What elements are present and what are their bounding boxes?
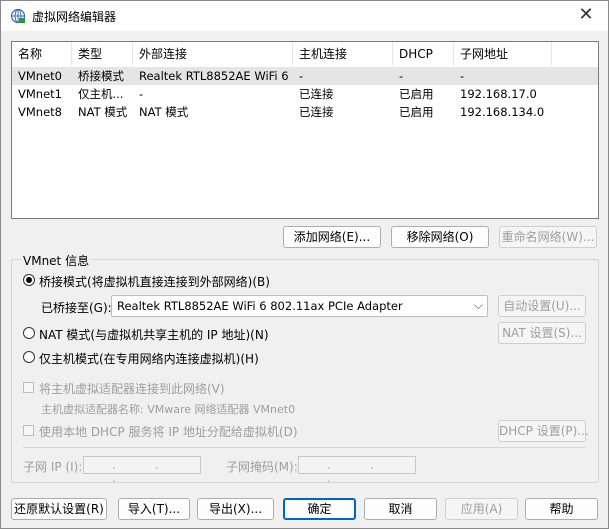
connect-adapter-checkbox[interactable]: [23, 382, 34, 393]
subnet-ip-label: 子网 IP (I):: [23, 460, 83, 474]
virtual-network-editor-window: 虚拟网络编辑器 ✕ 名称 类型 外部连接 主机连接 DHCP 子网地址 VMne…: [0, 0, 609, 529]
cell-external: Realtek RTL8852AE WiFi 6 8...: [139, 69, 293, 83]
cell-external: -: [139, 87, 144, 101]
import-button[interactable]: 导入(T)...: [118, 498, 190, 520]
cell-subnet: -: [460, 69, 465, 83]
bridged-adapter-select[interactable]: Realtek RTL8852AE WiFi 6 802.11ax PCIe A…: [111, 295, 488, 317]
column-header-subnet[interactable]: 子网地址: [454, 42, 552, 66]
column-header-dhcp[interactable]: DHCP: [393, 42, 454, 66]
help-button[interactable]: 帮助: [525, 498, 598, 520]
cell-dhcp: 已启用: [399, 87, 434, 101]
title-bar: 虚拟网络编辑器 ✕: [1, 1, 608, 31]
table-header: 名称 类型 外部连接 主机连接 DHCP 子网地址: [12, 42, 598, 66]
chevron-down-icon: ⌵: [473, 298, 483, 312]
bridged-mode-label[interactable]: 桥接模式(将虚拟机直接连接到外部网络)(B): [39, 273, 270, 290]
remove-network-button[interactable]: 移除网络(O): [391, 226, 489, 248]
subnet-mask-label: 子网掩码(M):: [226, 460, 298, 474]
export-button[interactable]: 导出(X)...: [197, 498, 274, 520]
subnet-ip-dots: . . .: [112, 459, 177, 485]
cell-host: 已连接: [299, 87, 334, 101]
cancel-button[interactable]: 取消: [364, 498, 437, 520]
auto-settings-button[interactable]: 自动设置(U)...: [498, 295, 586, 317]
cell-type: 仅主机...: [78, 87, 124, 101]
ok-button[interactable]: 确定: [283, 498, 356, 520]
add-network-button[interactable]: 添加网络(E)...: [283, 226, 381, 248]
subnet-mask-dots: . . .: [327, 459, 392, 485]
cell-type: NAT 模式: [78, 105, 128, 119]
bridged-adapter-value: Realtek RTL8852AE WiFi 6 802.11ax PCIe A…: [117, 299, 403, 313]
restore-defaults-button[interactable]: 还原默认设置(R): [11, 498, 107, 520]
column-header-external[interactable]: 外部连接: [133, 42, 293, 66]
cell-subnet: 192.168.17.0: [460, 87, 537, 101]
cell-dhcp: -: [399, 69, 404, 83]
use-dhcp-checkbox[interactable]: [23, 425, 34, 436]
column-header-type[interactable]: 类型: [72, 42, 133, 66]
nat-settings-button[interactable]: NAT 设置(S)...: [498, 322, 586, 344]
cell-external: NAT 模式: [139, 105, 189, 119]
bridged-to-label: 已桥接至(G):: [41, 301, 112, 315]
dhcp-settings-button[interactable]: DHCP 设置(P)...: [498, 420, 589, 442]
close-icon[interactable]: ✕: [574, 4, 598, 26]
cell-name: VMnet0: [18, 69, 62, 83]
host-only-radio[interactable]: [23, 351, 35, 363]
cell-type: 桥接模式: [78, 69, 124, 83]
connect-adapter-label[interactable]: 将主机虚拟适配器连接到此网络(V): [39, 380, 225, 397]
vmnet-info-label: VMnet 信息: [21, 252, 92, 269]
vmnet-info-group: [11, 259, 599, 483]
subnet-mask-input[interactable]: . . .: [298, 456, 416, 485]
use-dhcp-label[interactable]: 使用本地 DHCP 服务将 IP 地址分配给虚拟机(D): [39, 423, 298, 440]
table-row[interactable]: VMnet8 NAT 模式 NAT 模式 已连接 已启用 192.168.134…: [12, 103, 598, 121]
cell-name: VMnet1: [18, 87, 62, 101]
rename-network-button[interactable]: 重命名网络(W)...: [499, 226, 597, 248]
cell-subnet: 192.168.134.0: [460, 105, 545, 119]
cell-name: VMnet8: [18, 105, 62, 119]
column-header-name[interactable]: 名称: [12, 42, 72, 66]
cell-host: -: [299, 69, 304, 83]
column-header-host[interactable]: 主机连接: [293, 42, 393, 66]
table-row[interactable]: VMnet1 仅主机... - 已连接 已启用 192.168.17.0: [12, 85, 598, 103]
table-row[interactable]: VMnet0 桥接模式 Realtek RTL8852AE WiFi 6 8..…: [12, 67, 598, 85]
window-title: 虚拟网络编辑器: [32, 10, 117, 24]
host-only-label[interactable]: 仅主机模式(在专用网络内连接虚拟机)(H): [39, 350, 259, 367]
cell-host: 已连接: [299, 105, 334, 119]
apply-button[interactable]: 应用(A): [445, 498, 518, 520]
nat-mode-label[interactable]: NAT 模式(与虚拟机共享主机的 IP 地址)(N): [39, 326, 269, 343]
network-table[interactable]: 名称 类型 外部连接 主机连接 DHCP 子网地址 VMnet0 桥接模式 Re…: [11, 41, 599, 219]
cell-dhcp: 已启用: [399, 105, 434, 119]
divider: [23, 447, 585, 448]
bridged-mode-radio[interactable]: [23, 274, 35, 286]
subnet-ip-input[interactable]: . . .: [83, 456, 201, 485]
globe-network-icon: [10, 8, 26, 24]
adapter-name-text: 主机虚拟适配器名称: VMware 网络适配器 VMnet0: [41, 403, 296, 416]
nat-mode-radio[interactable]: [23, 327, 35, 339]
